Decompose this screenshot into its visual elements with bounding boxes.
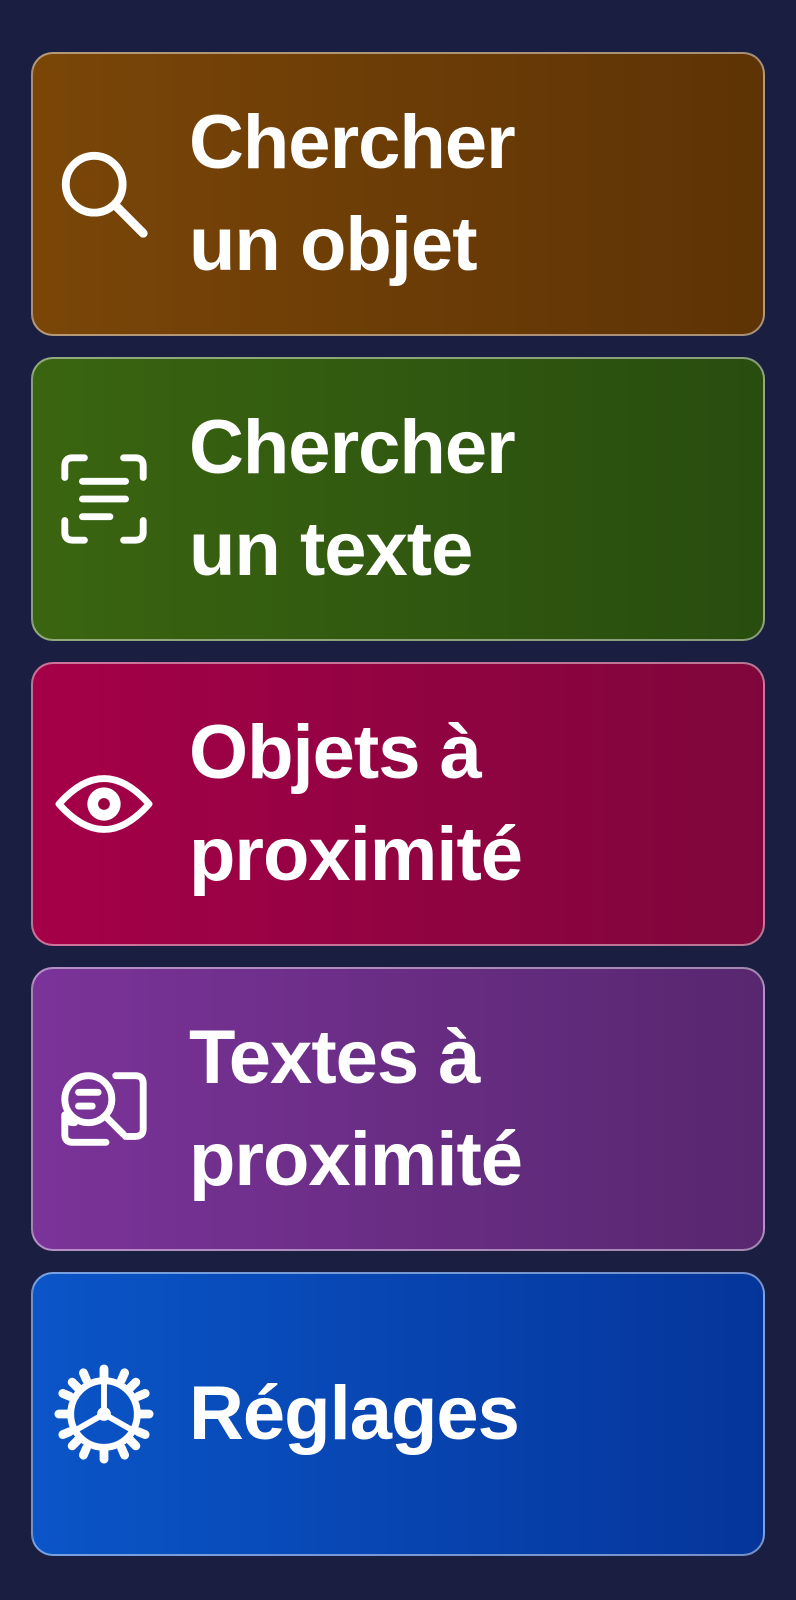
- search-object-button[interactable]: Chercher un objet: [31, 52, 765, 336]
- nearby-objects-label: Objets à proximité: [189, 710, 523, 897]
- search-text-button[interactable]: Chercher un texte: [31, 357, 765, 641]
- settings-button[interactable]: Réglages: [31, 1272, 765, 1556]
- gear-icon: [54, 1364, 154, 1464]
- text-scan-icon: [55, 450, 153, 548]
- nearby-texts-label: Textes à proximité: [189, 1015, 523, 1202]
- text-search-icon: [55, 1060, 153, 1158]
- eye-icon: [55, 755, 153, 853]
- settings-label: Réglages: [189, 1371, 520, 1456]
- main-menu: Chercher un objet Chercher un texte Obje…: [0, 0, 796, 1600]
- nearby-objects-button[interactable]: Objets à proximité: [31, 662, 765, 946]
- search-text-label: Chercher un texte: [189, 405, 516, 592]
- search-object-label: Chercher un objet: [189, 100, 516, 287]
- search-icon: [55, 145, 153, 243]
- nearby-texts-button[interactable]: Textes à proximité: [31, 967, 765, 1251]
